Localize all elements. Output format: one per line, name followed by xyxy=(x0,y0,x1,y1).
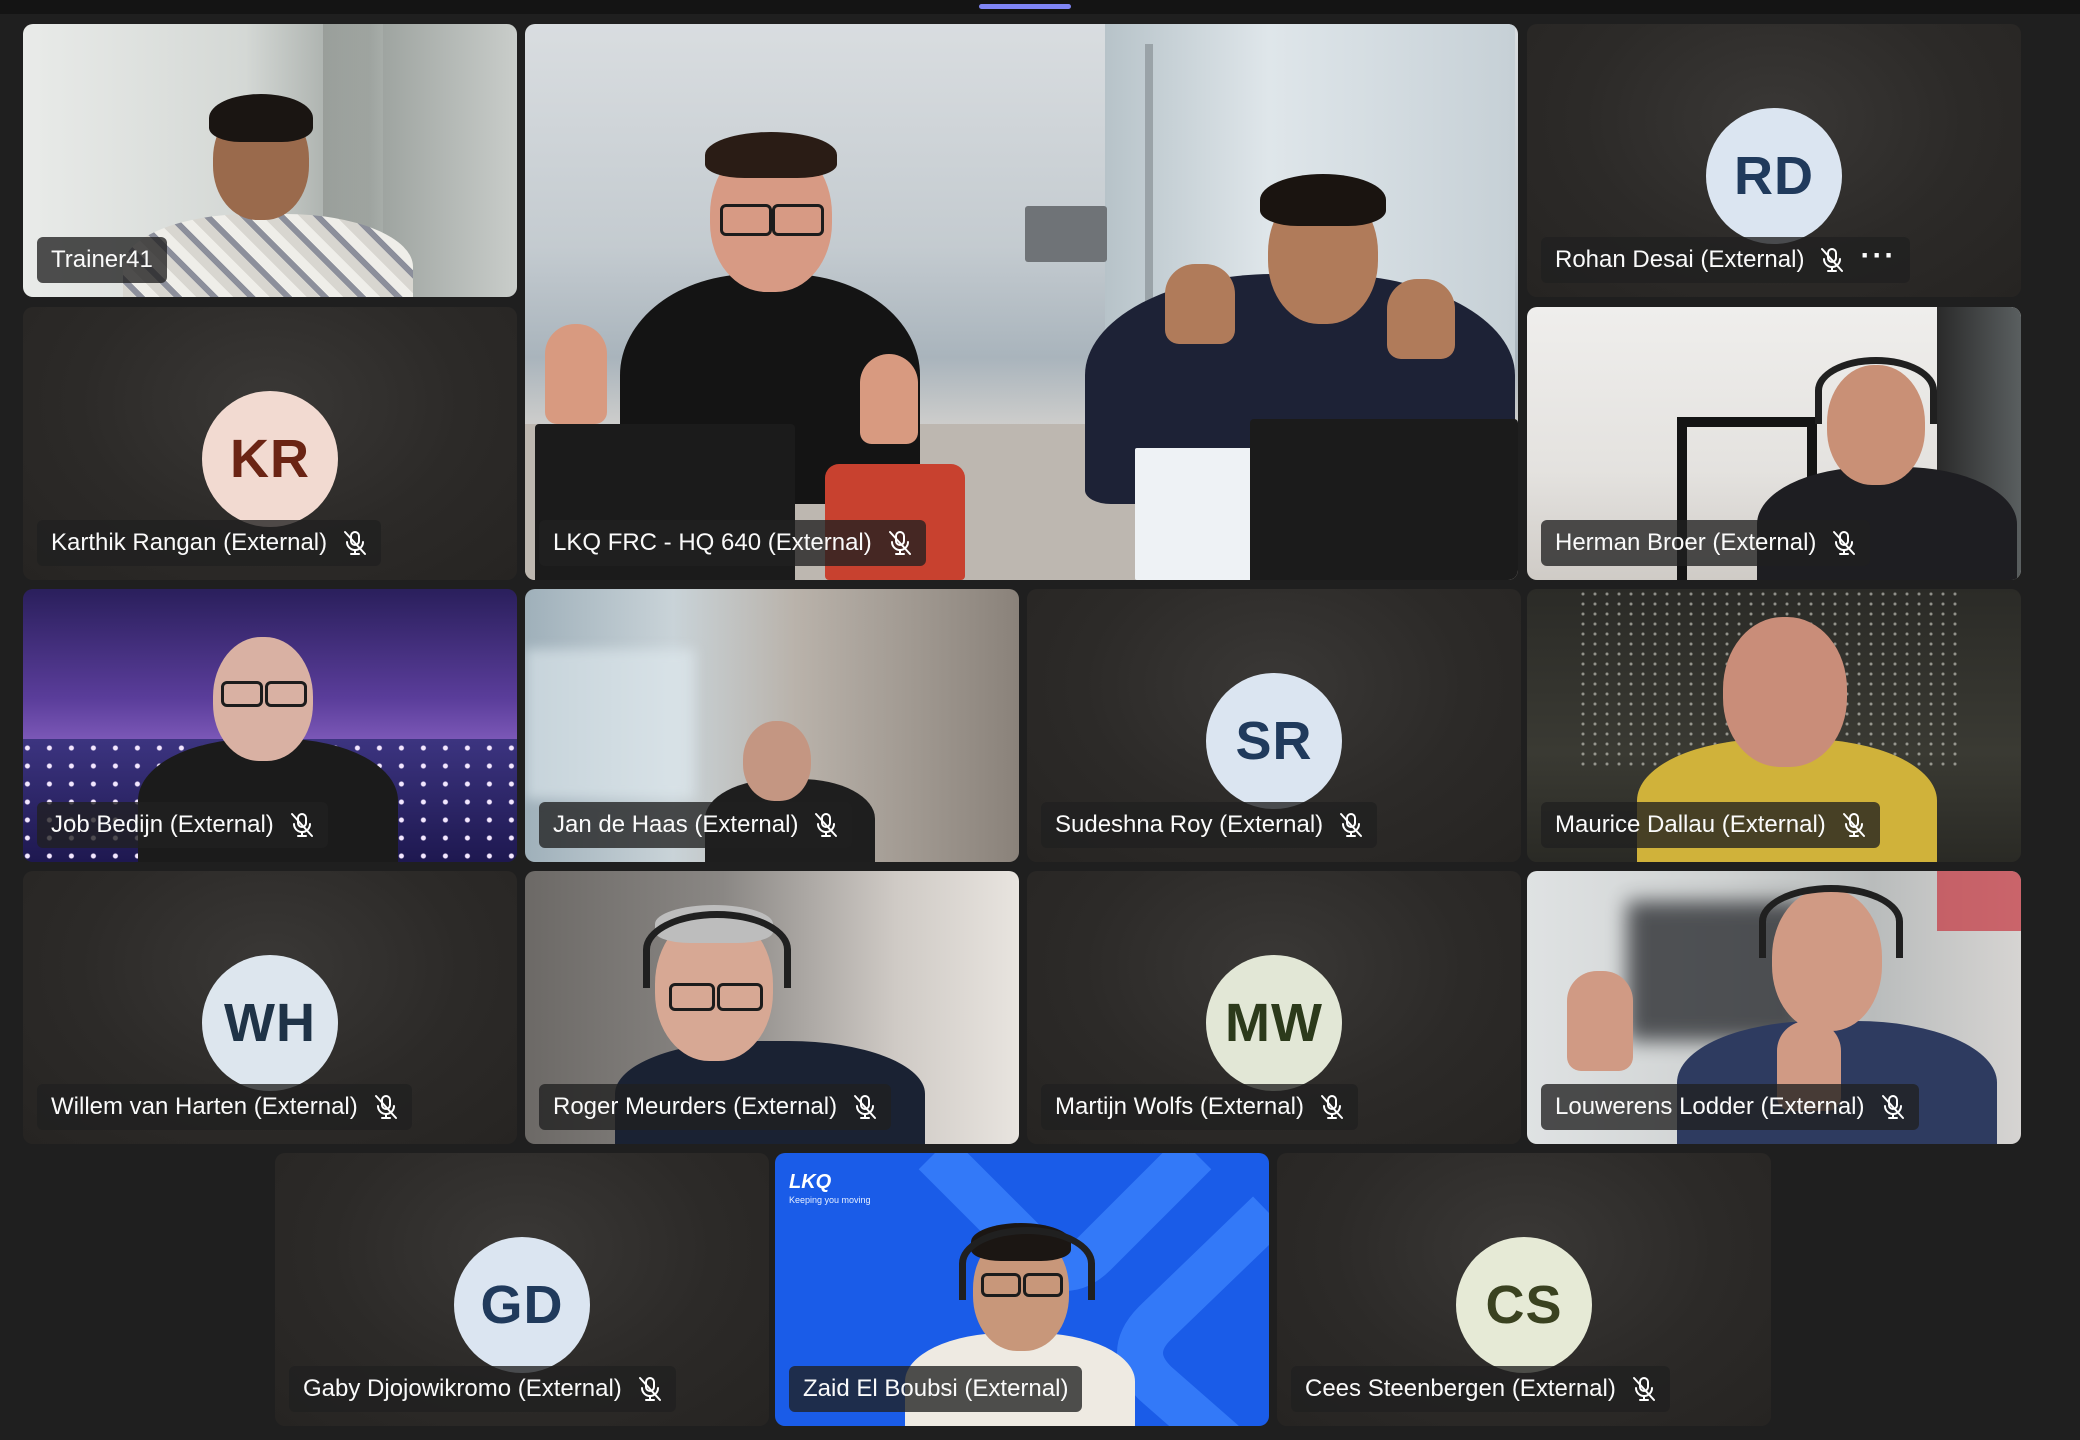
participant-name-badge: LKQ FRC - HQ 640 (External) xyxy=(539,520,926,566)
participant-name-badge: Karthik Rangan (External) xyxy=(37,520,382,566)
participant-tile-jan-de-haas[interactable]: Jan de Haas (External) xyxy=(525,589,1019,862)
participant-tile-job-bedijn[interactable]: Job Bedijn (External) xyxy=(23,589,517,862)
participant-name-badge: Zaid El Boubsi (External) xyxy=(789,1366,1083,1412)
mic-off-icon xyxy=(638,1376,662,1402)
participant-tile-louwerens-lodder[interactable]: Louwerens Lodder (External) xyxy=(1527,871,2021,1144)
participant-name-badge: Trainer41 xyxy=(37,237,167,283)
avatar: MW xyxy=(1206,955,1342,1091)
participant-tile-roger-meurders[interactable]: Roger Meurders (External) xyxy=(525,871,1019,1144)
participant-name-badge: Rohan Desai (External) ··· xyxy=(1541,237,1911,283)
participant-name-badge: Job Bedijn (External) xyxy=(37,802,328,848)
participant-name: Louwerens Lodder (External) xyxy=(1555,1093,1865,1120)
mic-off-icon xyxy=(1320,1094,1344,1120)
participant-tile-zaid-el-boubsi[interactable]: LKQ Keeping you moving Zaid El Boubsi (E… xyxy=(775,1153,1269,1426)
more-horizontal-icon[interactable]: ··· xyxy=(1860,241,1896,271)
participant-tile-gaby-djojowikromo[interactable]: GD Gaby Djojowikromo (External) xyxy=(275,1153,769,1426)
participant-tile-karthik-rangan[interactable]: KR Karthik Rangan (External) xyxy=(23,307,517,580)
participant-tile-herman-broer[interactable]: Herman Broer (External) xyxy=(1527,307,2021,580)
avatar: KR xyxy=(202,391,338,527)
participant-name: Trainer41 xyxy=(51,246,153,273)
top-bar xyxy=(0,0,2080,14)
lkq-logo: LKQ xyxy=(789,1171,832,1193)
mic-off-icon xyxy=(1632,1376,1656,1402)
participant-name-badge: Martijn Wolfs (External) xyxy=(1041,1084,1358,1130)
participant-tile-cees-steenbergen[interactable]: CS Cees Steenbergen (External) xyxy=(1277,1153,1771,1426)
participant-name: Karthik Rangan (External) xyxy=(51,529,328,556)
mic-off-icon xyxy=(1842,812,1866,838)
mic-off-icon xyxy=(374,1094,398,1120)
mic-off-icon xyxy=(1339,812,1363,838)
mic-off-icon xyxy=(853,1094,877,1120)
participant-name: Jan de Haas (External) xyxy=(553,811,799,838)
participant-name-badge: Jan de Haas (External) xyxy=(539,802,853,848)
mic-off-icon xyxy=(1832,530,1856,556)
avatar: GD xyxy=(454,1237,590,1373)
mic-off-icon xyxy=(1881,1094,1905,1120)
participant-name: Willem van Harten (External) xyxy=(51,1093,358,1120)
participant-tile-rohan-desai[interactable]: RD Rohan Desai (External) ··· xyxy=(1527,24,2021,297)
mic-off-icon xyxy=(290,812,314,838)
participant-tile-martijn-wolfs[interactable]: MW Martijn Wolfs (External) xyxy=(1027,871,1521,1144)
participant-tile-sudeshna-roy[interactable]: SR Sudeshna Roy (External) xyxy=(1027,589,1521,862)
participant-name-badge: Louwerens Lodder (External) xyxy=(1541,1084,1919,1130)
avatar: WH xyxy=(202,955,338,1091)
participant-name: Sudeshna Roy (External) xyxy=(1055,811,1324,838)
lkq-tagline: Keeping you moving xyxy=(789,1195,871,1205)
participant-video xyxy=(525,24,1518,580)
participant-name: Rohan Desai (External) xyxy=(1555,246,1805,273)
participant-name: Herman Broer (External) xyxy=(1555,529,1817,556)
avatar: RD xyxy=(1706,108,1842,244)
participant-name: LKQ FRC - HQ 640 (External) xyxy=(553,529,872,556)
mic-off-icon xyxy=(888,530,912,556)
participant-name-badge: Maurice Dallau (External) xyxy=(1541,802,1880,848)
avatar: CS xyxy=(1456,1237,1592,1373)
participant-name-badge: Herman Broer (External) xyxy=(1541,520,1871,566)
participant-name: Roger Meurders (External) xyxy=(553,1093,838,1120)
participant-name: Job Bedijn (External) xyxy=(51,811,274,838)
participant-name: Gaby Djojowikromo (External) xyxy=(303,1375,622,1402)
participant-name-badge: Willem van Harten (External) xyxy=(37,1084,412,1130)
participant-tile-lkq-frc-hq-640[interactable]: LKQ FRC - HQ 640 (External) xyxy=(525,24,1518,580)
participant-tile-trainer41[interactable]: Trainer41 xyxy=(23,24,517,297)
participant-name-badge: Gaby Djojowikromo (External) xyxy=(289,1366,676,1412)
participant-tile-willem-van-harten[interactable]: WH Willem van Harten (External) xyxy=(23,871,517,1144)
participant-name: Maurice Dallau (External) xyxy=(1555,811,1826,838)
mic-off-icon xyxy=(343,530,367,556)
participant-name: Zaid El Boubsi (External) xyxy=(803,1375,1069,1402)
drag-handle[interactable] xyxy=(979,4,1071,9)
participant-name-badge: Roger Meurders (External) xyxy=(539,1084,892,1130)
participant-tile-maurice-dallau[interactable]: Maurice Dallau (External) xyxy=(1527,589,2021,862)
avatar: SR xyxy=(1206,673,1342,809)
mic-off-icon xyxy=(814,812,838,838)
participant-name: Martijn Wolfs (External) xyxy=(1055,1093,1304,1120)
participant-name-badge: Cees Steenbergen (External) xyxy=(1291,1366,1670,1412)
mic-off-icon xyxy=(1820,247,1844,273)
participant-name: Cees Steenbergen (External) xyxy=(1305,1375,1616,1402)
participant-name-badge: Sudeshna Roy (External) xyxy=(1041,802,1378,848)
